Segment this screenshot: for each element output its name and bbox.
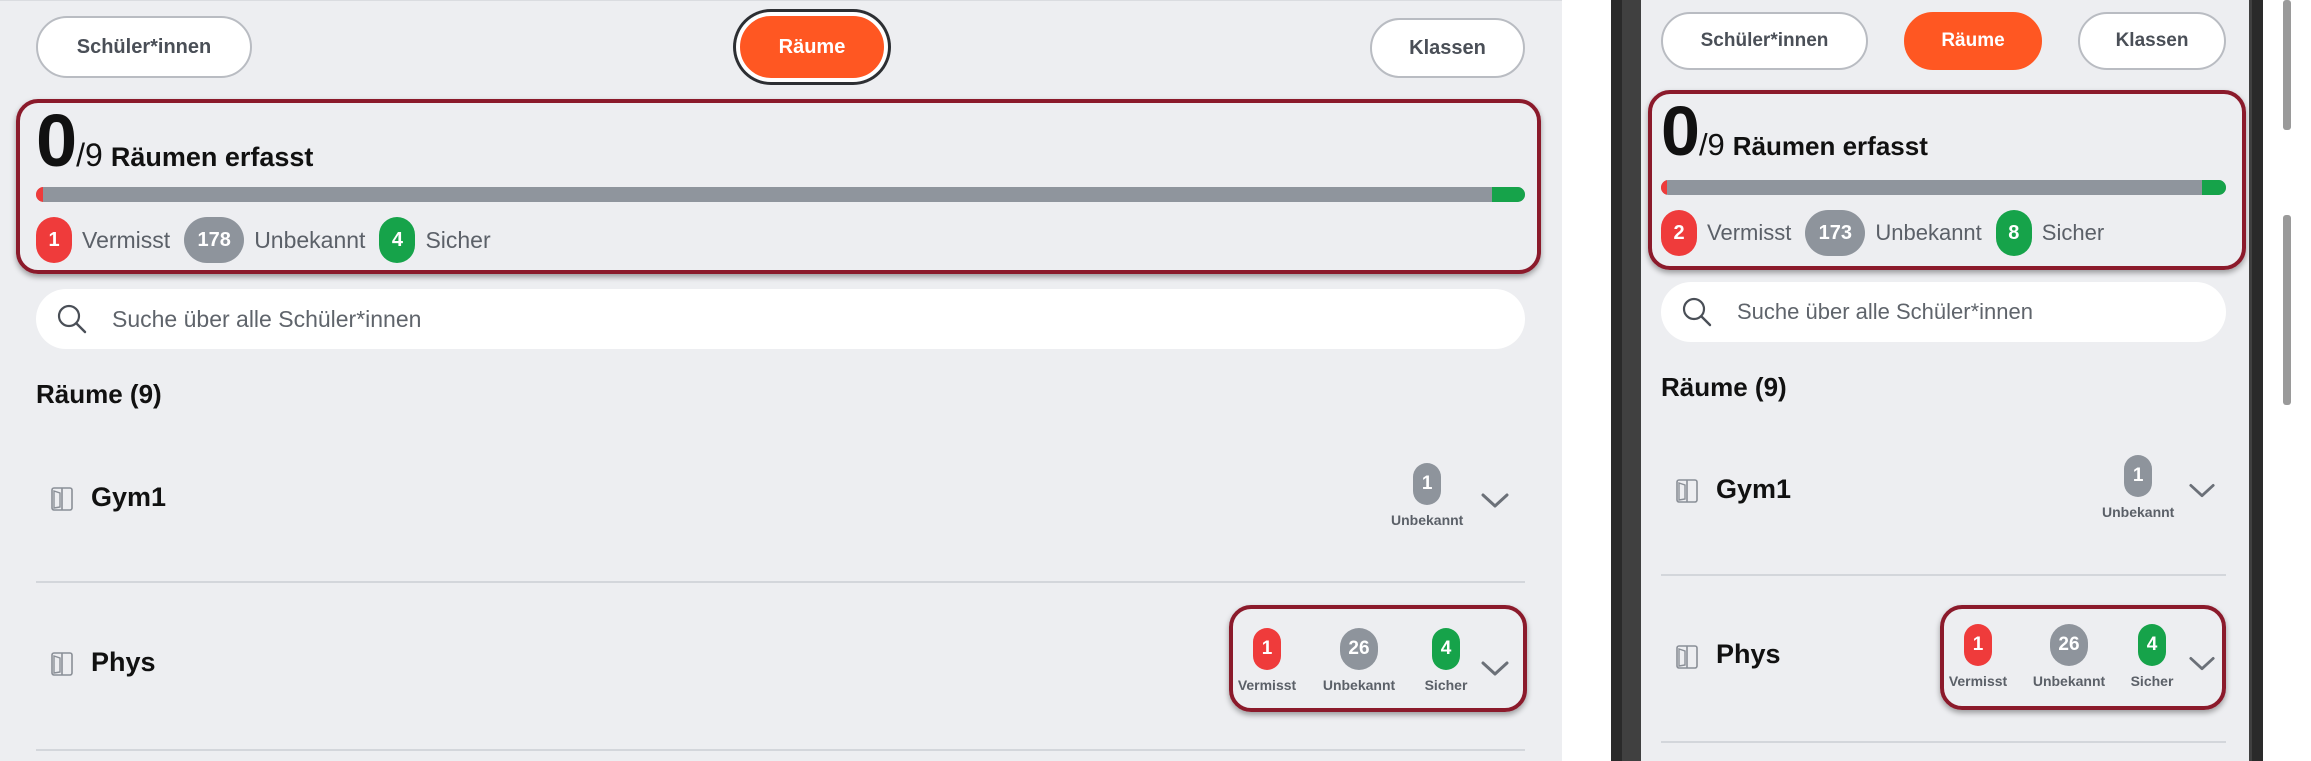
unknown-label: Unbekannt [1322, 677, 1396, 693]
safe-label: Sicher [425, 226, 491, 253]
search-bar[interactable]: Suche über alle Schüler*innen [1661, 282, 2226, 342]
missing-label: Vermisst [82, 226, 171, 253]
progress-bar [36, 187, 1525, 202]
missing-label: Vermisst [1948, 673, 2008, 689]
chevron-down-icon[interactable] [1480, 492, 1510, 510]
unknown-count-badge: 178 [184, 217, 245, 263]
missing-label: Vermisst [1237, 677, 1297, 693]
search-placeholder: Suche über alle Schüler*innen [112, 305, 422, 332]
captured-summary: 0 /9 Räumen erfasst [36, 104, 313, 178]
chevron-down-icon[interactable] [1480, 660, 1510, 678]
safe-count-badge: 4 [379, 217, 416, 263]
safe-stat: 4 Sicher [1421, 628, 1471, 693]
missing-stat: 1 Vermisst [1948, 624, 2008, 689]
missing-label: Vermisst [1707, 220, 1792, 245]
missing-stat: 1 Vermisst [1237, 628, 1297, 693]
safe-label: Sicher [2041, 220, 2105, 245]
safe-stat: 4 Sicher [2127, 624, 2177, 689]
unknown-label: Unbekannt [254, 226, 366, 253]
chevron-down-icon[interactable] [2188, 655, 2216, 673]
rooms-section-title: Räume (9) [1661, 372, 1787, 402]
door-icon [1676, 645, 1698, 669]
progress-missing-segment [1661, 180, 1668, 195]
room-row-gym1[interactable]: Gym1 1 Unbekannt [1661, 424, 2226, 574]
status-legend: 2 Vermisst 173 Unbekannt 8 Sicher [1661, 210, 2118, 256]
tab-rooms[interactable]: Räume [740, 16, 884, 78]
captured-summary: 0 /9 Räumen erfasst [1661, 96, 1928, 166]
unknown-label: Unbekannt [2032, 673, 2106, 689]
rooms-section-title: Räume (9) [36, 379, 162, 409]
door-icon [51, 487, 73, 511]
progress-missing-segment [36, 187, 44, 202]
row-divider [36, 749, 1525, 751]
missing-count-badge: 1 [36, 217, 72, 263]
status-legend: 1 Vermisst 178 Unbekannt 4 Sicher [36, 217, 505, 263]
tab-classes[interactable]: Klassen [2078, 12, 2226, 70]
total-count: /9 [76, 137, 103, 173]
room-name: Phys [91, 647, 156, 677]
progress-bar [1661, 180, 2226, 195]
row-divider [1661, 741, 2226, 743]
missing-count-badge: 2 [1661, 210, 1697, 256]
room-row-phys[interactable]: Phys 1 Vermisst 26 Unbekannt 4 Sicher [1661, 576, 2226, 741]
unknown-stat: 26 Unbekannt [1319, 628, 1399, 693]
captured-count: 0 [1661, 92, 1700, 170]
chevron-down-icon[interactable] [2188, 482, 2216, 500]
safe-count-badge: 4 [2138, 624, 2166, 666]
safe-count-badge: 8 [1995, 210, 2032, 256]
missing-count-badge: 1 [1964, 624, 1992, 666]
total-count: /9 [1698, 127, 1725, 162]
unknown-count-badge: 173 [1805, 210, 1866, 256]
room-row-gym1[interactable]: Gym1 1 Unbekannt [36, 431, 1525, 581]
room-name: Phys [1716, 639, 1781, 669]
phone-side-button [2283, 215, 2291, 405]
tab-students[interactable]: Schüler*innen [36, 16, 252, 78]
room-name: Gym1 [91, 482, 167, 512]
progress-safe-segment [1492, 187, 1525, 202]
phone-screen: Schüler*innen Räume Klassen 0 /9 Räumen … [1641, 0, 2249, 761]
unknown-label: Unbekannt [1391, 512, 1464, 528]
unknown-count-badge: 26 [2050, 624, 2088, 666]
captured-count: 0 [36, 99, 77, 182]
phone-frame: Schüler*innen Räume Klassen 0 /9 Räumen … [1611, 0, 2263, 761]
door-icon [51, 652, 73, 676]
search-icon [1682, 297, 1712, 327]
unknown-count-badge: 1 [2124, 455, 2153, 497]
captured-label: Räumen erfasst [1732, 131, 1928, 161]
left-panel: Schüler*innen Räume Klassen 0 /9 Räumen … [0, 0, 1562, 761]
missing-count-badge: 1 [1253, 628, 1281, 670]
captured-label: Räumen erfasst [110, 142, 314, 172]
tab-students[interactable]: Schüler*innen [1661, 12, 1868, 70]
unknown-count-badge: 1 [1413, 463, 1442, 505]
phone-side-button [2283, 0, 2291, 130]
unknown-label: Unbekannt [1875, 220, 1982, 245]
screenshot-root: Schüler*innen Räume Klassen 0 /9 Räumen … [0, 0, 2311, 761]
unknown-stat: 1 Unbekannt [1391, 463, 1463, 528]
safe-label: Sicher [2130, 673, 2174, 689]
search-placeholder: Suche über alle Schüler*innen [1737, 299, 2033, 324]
door-icon [1676, 479, 1698, 503]
safe-count-badge: 4 [1432, 628, 1460, 670]
progress-safe-segment [2201, 180, 2226, 195]
room-row-phys[interactable]: Phys 1 Vermisst 26 Unbekannt 4 Sicher [36, 583, 1527, 748]
unknown-stat: 26 Unbekannt [2029, 624, 2109, 689]
tab-rooms[interactable]: Räume [1904, 12, 2042, 70]
room-name: Gym1 [1716, 474, 1792, 504]
unknown-label: Unbekannt [2102, 504, 2175, 520]
unknown-count-badge: 26 [1340, 628, 1378, 670]
phone-bezel: Schüler*innen Räume Klassen 0 /9 Räumen … [1622, 0, 2252, 761]
search-bar[interactable]: Suche über alle Schüler*innen [36, 289, 1525, 349]
unknown-stat: 1 Unbekannt [2102, 455, 2174, 520]
safe-label: Sicher [1424, 677, 1468, 693]
search-icon [57, 304, 87, 334]
tab-classes[interactable]: Klassen [1370, 18, 1525, 78]
